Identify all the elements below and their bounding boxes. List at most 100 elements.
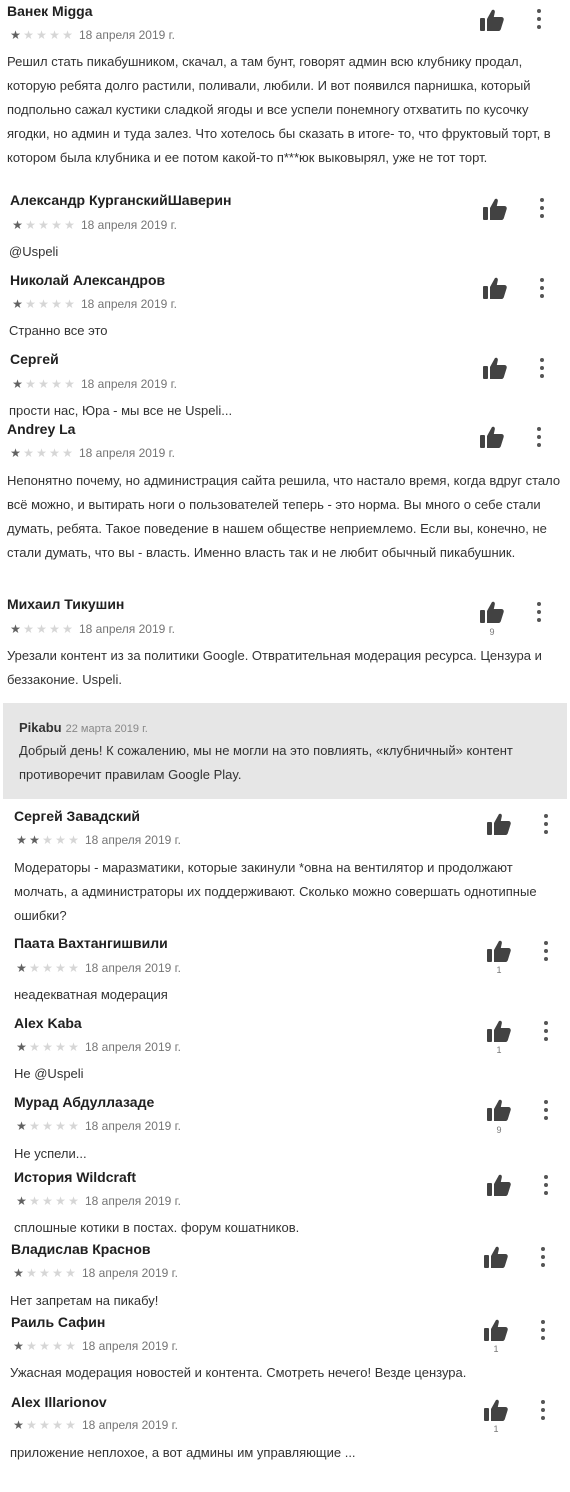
star-rating: ★ ★ ★ ★ ★ [9,29,74,41]
star-icon: ★ [12,218,23,232]
more-vert-icon[interactable] [538,1400,548,1420]
developer-reply-date: 22 марта 2019 г. [65,723,148,735]
star-icon: ★ [49,28,60,42]
reviewer-name: История Wildcraft [14,1169,137,1185]
star-icon: ★ [29,833,40,847]
star-icon: ★ [13,1339,24,1353]
star-icon: ★ [62,622,73,636]
like-count: 9 [496,1125,502,1135]
star-icon: ★ [42,1194,53,1208]
star-icon: ★ [23,446,34,460]
more-vert-icon[interactable] [537,358,547,378]
review-text: Не успели... [14,1146,87,1161]
star-icon: ★ [64,218,75,232]
star-icon: ★ [52,1266,63,1280]
thumb-up-icon[interactable] [483,1318,509,1342]
review-text: Ужасная модерация новостей и контента. С… [10,1365,467,1380]
thumb-up-icon[interactable] [486,1173,512,1197]
star-icon: ★ [23,28,34,42]
star-icon: ★ [68,833,79,847]
star-icon: ★ [51,377,62,391]
thumb-up-icon[interactable] [483,1245,509,1269]
star-icon: ★ [26,1418,37,1432]
more-vert-icon[interactable] [534,602,544,622]
star-icon: ★ [49,622,60,636]
star-icon: ★ [55,1194,66,1208]
reviewer-name: Alex Kaba [14,1015,82,1031]
star-icon: ★ [29,1119,40,1133]
review-date: 18 апреля 2019 г. [85,1194,181,1208]
more-vert-icon[interactable] [541,1175,551,1195]
star-icon: ★ [25,377,36,391]
review-date: 18 апреля 2019 г. [82,1266,178,1280]
star-icon: ★ [55,961,66,975]
star-icon: ★ [26,1266,37,1280]
star-icon: ★ [12,377,23,391]
thumb-up-icon[interactable] [479,425,505,449]
like-count: 1 [493,1344,499,1354]
reviewer-name: Сергей [10,351,59,367]
rating-row: ★ ★ ★ ★ ★ 18 апреля 2019 г. [12,1266,178,1280]
more-vert-icon[interactable] [538,1320,548,1340]
review-text: Урезали контент из за политики Google. О… [7,648,542,687]
star-rating: ★ ★ ★ ★ ★ [9,623,74,635]
thumb-up-icon[interactable] [486,1098,512,1122]
star-icon: ★ [64,297,75,311]
star-rating: ★ ★ ★ ★ ★ [12,1267,77,1279]
star-icon: ★ [12,297,23,311]
like-count: 1 [496,1045,502,1055]
thumb-up-icon[interactable] [482,356,508,380]
thumb-up-icon[interactable] [483,1398,509,1422]
thumb-up-icon[interactable] [486,939,512,963]
more-vert-icon[interactable] [541,814,551,834]
rating-row: ★ ★ ★ ★ ★ 18 апреля 2019 г. [12,1339,178,1353]
more-vert-icon[interactable] [541,1100,551,1120]
rating-row: ★ ★ ★ ★ ★ 18 апреля 2019 г. [15,1119,181,1133]
review-text: приложение неплохое, а вот админы им упр… [10,1445,356,1460]
star-icon: ★ [10,622,21,636]
star-icon: ★ [55,1040,66,1054]
thumb-up-icon[interactable] [486,812,512,836]
star-icon: ★ [29,1040,40,1054]
more-vert-icon[interactable] [534,427,544,447]
thumb-up-icon[interactable] [486,1019,512,1043]
star-icon: ★ [10,446,21,460]
review-date: 18 апреля 2019 г. [79,446,175,460]
more-vert-icon[interactable] [541,1021,551,1041]
star-rating: ★ ★ ★ ★ ★ [15,1041,80,1053]
review-text: сплошные котики в постах. форум кошатник… [14,1220,300,1235]
star-icon: ★ [42,1119,53,1133]
review-date: 18 апреля 2019 г. [79,28,175,42]
star-icon: ★ [68,1040,79,1054]
review-date: 18 апреля 2019 г. [81,297,177,311]
more-vert-icon[interactable] [537,198,547,218]
star-rating: ★ ★ ★ ★ ★ [11,219,76,231]
star-icon: ★ [36,446,47,460]
review-date: 18 апреля 2019 г. [79,622,175,636]
more-vert-icon[interactable] [537,278,547,298]
thumb-up-icon[interactable] [479,600,505,624]
more-vert-icon[interactable] [534,9,544,29]
review-date: 18 апреля 2019 г. [85,1040,181,1054]
star-icon: ★ [16,1194,27,1208]
thumb-up-icon[interactable] [482,197,508,221]
developer-name: Pikabu 22 марта 2019 г. [19,720,148,735]
thumb-up-icon[interactable] [482,276,508,300]
star-icon: ★ [38,377,49,391]
star-rating: ★ ★ ★ ★ ★ [15,834,80,846]
rating-row: ★ ★ ★ ★ ★ 18 апреля 2019 г. [15,833,181,847]
review-date: 18 апреля 2019 г. [81,218,177,232]
star-icon: ★ [16,833,27,847]
star-icon: ★ [65,1418,76,1432]
star-icon: ★ [51,297,62,311]
star-icon: ★ [16,961,27,975]
star-icon: ★ [29,961,40,975]
review-date: 18 апреля 2019 г. [82,1339,178,1353]
review-text: Странно все это [9,323,108,338]
more-vert-icon[interactable] [541,941,551,961]
more-vert-icon[interactable] [538,1247,548,1267]
star-icon: ★ [36,28,47,42]
star-icon: ★ [52,1418,63,1432]
review-text: неадекватная модерация [14,987,168,1002]
thumb-up-icon[interactable] [479,8,505,32]
